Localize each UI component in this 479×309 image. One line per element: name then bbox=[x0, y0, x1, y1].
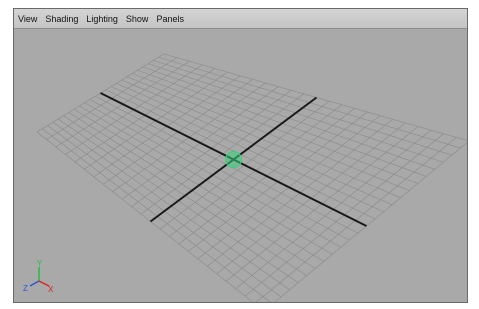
viewport-canvas[interactable]: Y Z X persp bbox=[14, 29, 467, 302]
axis-x-label: X bbox=[48, 285, 54, 294]
menu-view[interactable]: View bbox=[18, 14, 37, 24]
menu-show[interactable]: Show bbox=[126, 14, 149, 24]
menu-lighting[interactable]: Lighting bbox=[86, 14, 118, 24]
scene-svg: Y Z X bbox=[23, 53, 467, 302]
axis-indicator: Y Z X bbox=[23, 259, 54, 294]
maya-panel: View Shading Lighting Show Panels Y Z X bbox=[0, 0, 479, 309]
ground-grid bbox=[36, 53, 467, 302]
grid-line bbox=[274, 142, 467, 302]
menu-shading[interactable]: Shading bbox=[45, 14, 78, 24]
panel-menubar: View Shading Lighting Show Panels bbox=[14, 9, 467, 29]
axis-y-label: Y bbox=[37, 259, 43, 268]
axis-z-label: Z bbox=[23, 284, 28, 293]
menu-panels[interactable]: Panels bbox=[156, 14, 184, 24]
world-origin-marker bbox=[225, 151, 242, 168]
perspective-viewport[interactable]: View Shading Lighting Show Panels Y Z X bbox=[13, 8, 468, 303]
axis-z-line bbox=[29, 280, 40, 287]
